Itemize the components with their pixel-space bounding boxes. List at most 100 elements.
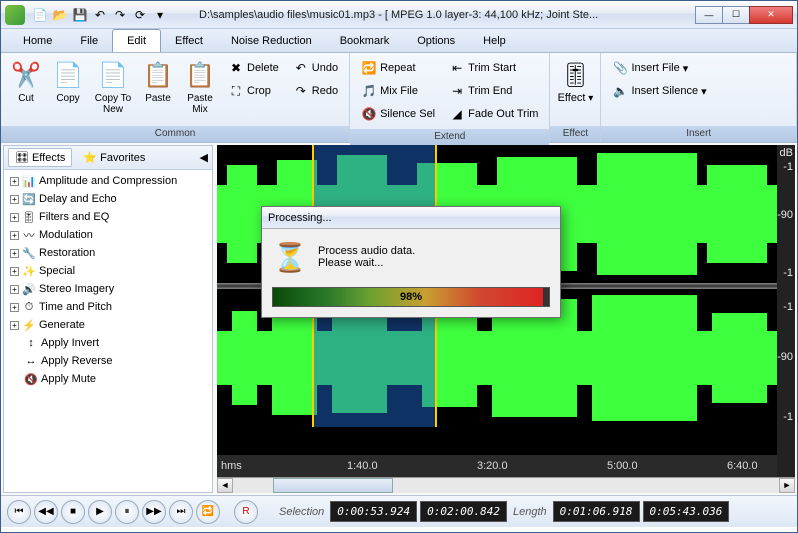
delay-icon: 🔄 xyxy=(21,191,37,207)
scroll-left-icon[interactable]: ◄ xyxy=(217,478,233,493)
window-title: D:\samples\audio files\music01.mp3 - [ M… xyxy=(169,9,696,21)
db-scale: dB -1 -90 -1 -1 -90 -1 xyxy=(777,145,795,493)
new-icon[interactable]: 📄 xyxy=(31,6,49,24)
menu-help[interactable]: Help xyxy=(469,29,520,52)
horizontal-scrollbar[interactable]: ◄ ► xyxy=(217,477,795,493)
tree-item[interactable]: +📊Amplitude and Compression xyxy=(6,172,210,190)
crop-button[interactable]: ⛶Crop xyxy=(223,80,284,102)
stop-button[interactable]: ■ xyxy=(61,500,85,524)
open-icon[interactable]: 📂 xyxy=(51,6,69,24)
scroll-right-icon[interactable]: ► xyxy=(779,478,795,493)
tree-item[interactable]: +〰Modulation xyxy=(6,226,210,244)
clipboard-mix-icon: 📋 xyxy=(184,59,216,91)
hourglass-icon: ⏳ xyxy=(272,239,308,275)
menu-options[interactable]: Options xyxy=(403,29,469,52)
timeline[interactable]: hms 1:40.0 3:20.0 5:00.0 6:40.0 xyxy=(217,455,777,477)
collapse-icon[interactable]: ◀ xyxy=(200,151,208,164)
menu-home[interactable]: Home xyxy=(9,29,66,52)
cut-button[interactable]: ✂️Cut xyxy=(5,56,47,107)
expand-icon[interactable]: + xyxy=(10,213,19,222)
fade-icon: ◢ xyxy=(449,106,465,122)
star-icon: ⭐ xyxy=(83,151,97,164)
mix-file-button[interactable]: 🎵Mix File xyxy=(356,80,440,102)
group-label: Extend xyxy=(350,129,549,145)
ribbon-group-common: ✂️Cut 📄Copy 📄Copy To New 📋Paste 📋Paste M… xyxy=(1,53,350,142)
maximize-button[interactable]: ☐ xyxy=(722,6,750,24)
record-button[interactable]: R xyxy=(234,500,258,524)
menu-noise-reduction[interactable]: Noise Reduction xyxy=(217,29,326,52)
generate-icon: ⚡ xyxy=(21,317,37,333)
trim-start-icon: ⇤ xyxy=(449,60,465,76)
pause-button[interactable]: ⏸ xyxy=(115,500,139,524)
effect-button[interactable]: 🎚Effect ▾ xyxy=(554,56,596,107)
group-label: Effect xyxy=(550,126,600,142)
expand-icon[interactable]: + xyxy=(10,231,19,240)
menu-bookmark[interactable]: Bookmark xyxy=(326,29,404,52)
menu-effect[interactable]: Effect xyxy=(161,29,217,52)
silence-sel-button[interactable]: 🔇Silence Sel xyxy=(356,103,440,125)
redo-button[interactable]: ↷Redo xyxy=(288,80,343,102)
undo-icon[interactable]: ↶ xyxy=(91,6,109,24)
expand-icon[interactable]: + xyxy=(10,195,19,204)
ribbon-group-extend: 🔁Repeat 🎵Mix File 🔇Silence Sel ⇤Trim Sta… xyxy=(350,53,550,142)
effects-icon: 🎛 xyxy=(15,151,29,164)
forward-button[interactable]: ▶▶ xyxy=(142,500,166,524)
close-button[interactable]: ✕ xyxy=(749,6,793,24)
tree-item[interactable]: +🔧Restoration xyxy=(6,244,210,262)
refresh-icon[interactable]: ⟳ xyxy=(131,6,149,24)
paste-mix-button[interactable]: 📋Paste Mix xyxy=(179,56,221,118)
tree-item[interactable]: +🎚Filters and EQ xyxy=(6,208,210,226)
crop-icon: ⛶ xyxy=(228,83,244,99)
dialog-title: Processing... xyxy=(262,207,560,229)
repeat-button[interactable]: 🔁Repeat xyxy=(356,57,440,79)
undo-button[interactable]: ↶Undo xyxy=(288,57,343,79)
expand-icon[interactable]: + xyxy=(10,285,19,294)
expand-icon[interactable]: + xyxy=(10,267,19,276)
reverse-icon: ↔ xyxy=(23,353,39,369)
tab-effects[interactable]: 🎛Effects xyxy=(8,148,72,167)
fade-out-trim-button[interactable]: ◢Fade Out Trim xyxy=(444,103,543,125)
menu-file[interactable]: File xyxy=(66,29,112,52)
skip-end-button[interactable]: ⏭ xyxy=(169,500,193,524)
expand-icon[interactable]: + xyxy=(10,321,19,330)
scroll-thumb[interactable] xyxy=(273,478,393,493)
menu-edit[interactable]: Edit xyxy=(112,29,161,52)
rewind-button[interactable]: ◀◀ xyxy=(34,500,58,524)
tree-item[interactable]: 🔇Apply Mute xyxy=(6,370,210,388)
expand-icon[interactable]: + xyxy=(10,177,19,186)
copy-to-new-button[interactable]: 📄Copy To New xyxy=(89,56,137,118)
copy-button[interactable]: 📄Copy xyxy=(47,56,89,107)
tree-item[interactable]: ↔Apply Reverse xyxy=(6,352,210,370)
tree-item[interactable]: +✨Special xyxy=(6,262,210,280)
skip-start-button[interactable]: ⏮ xyxy=(7,500,31,524)
save-icon[interactable]: 💾 xyxy=(71,6,89,24)
waveform-area[interactable]: dB -1 -90 -1 -1 -90 -1 hms 1:40.0 3:20.0… xyxy=(217,145,795,493)
insert-silence-button[interactable]: 🔈Insert Silence▾ xyxy=(607,80,711,102)
expand-icon[interactable]: + xyxy=(10,303,19,312)
chevron-down-icon: ▾ xyxy=(683,62,689,75)
insert-file-icon: 📎 xyxy=(612,60,628,76)
play-button[interactable]: ▶ xyxy=(88,500,112,524)
modulation-icon: 〰 xyxy=(21,227,37,243)
tree-item[interactable]: ↕Apply Invert xyxy=(6,334,210,352)
tree-item[interactable]: +🔄Delay and Echo xyxy=(6,190,210,208)
tree-item[interactable]: +⚡Generate xyxy=(6,316,210,334)
tree-item[interactable]: +🔊Stereo Imagery xyxy=(6,280,210,298)
dialog-message-2: Please wait... xyxy=(318,257,415,269)
trim-end-button[interactable]: ⇥Trim End xyxy=(444,80,543,102)
redo-icon[interactable]: ↷ xyxy=(111,6,129,24)
tree-item[interactable]: +⏱Time and Pitch xyxy=(6,298,210,316)
delete-button[interactable]: ✖Delete xyxy=(223,57,284,79)
insert-file-button[interactable]: 📎Insert File▾ xyxy=(607,57,711,79)
minimize-button[interactable]: — xyxy=(695,6,723,24)
paste-button[interactable]: 📋Paste xyxy=(137,56,179,107)
app-logo xyxy=(5,5,25,25)
loop-button[interactable]: 🔁 xyxy=(196,500,220,524)
trim-start-button[interactable]: ⇤Trim Start xyxy=(444,57,543,79)
copy-new-icon: 📄 xyxy=(97,59,129,91)
effect-icon: 🎚 xyxy=(559,59,591,91)
expand-icon[interactable]: + xyxy=(10,249,19,258)
qat-dropdown-icon[interactable]: ▾ xyxy=(151,6,169,24)
mute-icon: 🔇 xyxy=(23,371,39,387)
tab-favorites[interactable]: ⭐Favorites xyxy=(76,148,152,167)
